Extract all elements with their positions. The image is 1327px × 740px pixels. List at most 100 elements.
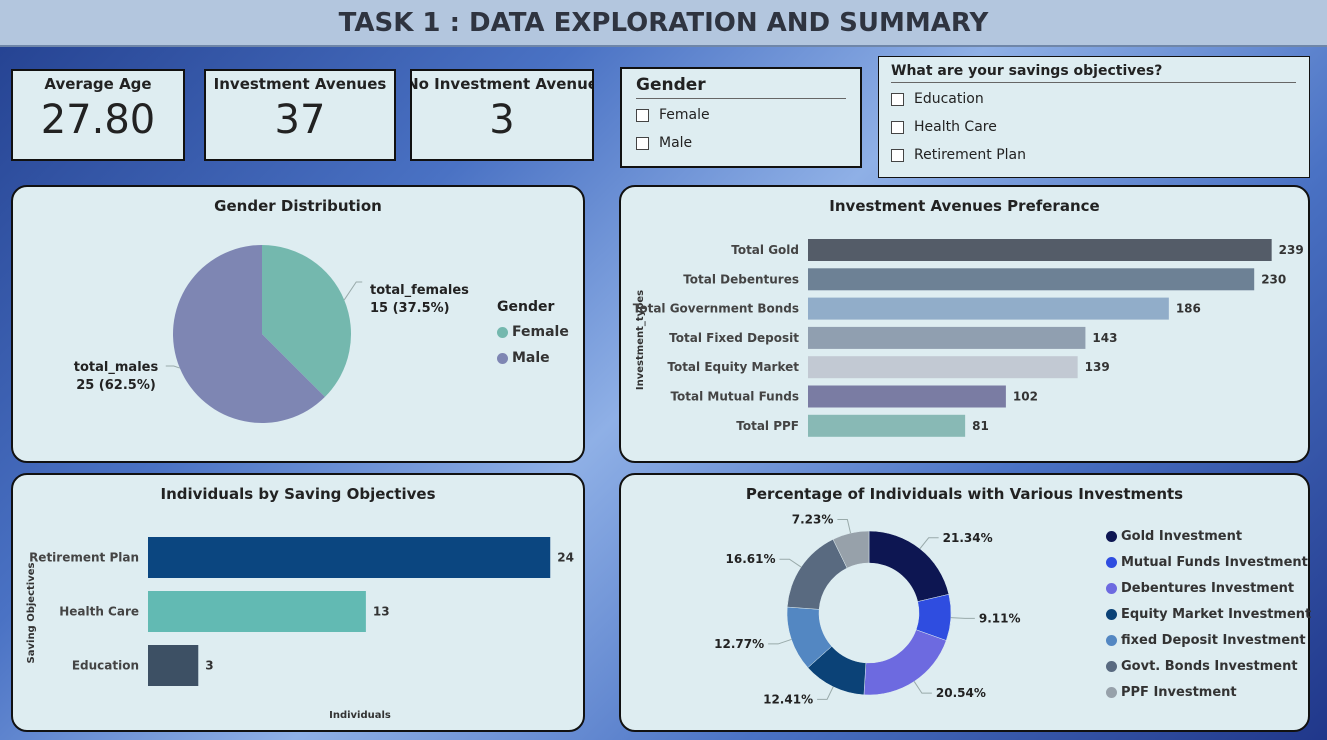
category-label: Health Care [59,605,139,619]
slicer-option-label: Health Care [914,119,997,135]
title-bar: TASK 1 : DATA EXPLORATION AND SUMMARY [0,0,1327,47]
bar-total-government-bonds[interactable] [808,297,1169,320]
slicer-option-label: Retirement Plan [914,147,1026,163]
legend-swatch [1106,530,1117,542]
checkbox[interactable] [891,92,904,106]
legend-swatch [497,352,508,364]
saving-objectives-bar-chart: Saving Objectives Individuals Retirement… [26,537,574,721]
legend-swatch [1106,660,1117,672]
data-label: 24 [557,551,574,565]
slicer-divider [636,98,846,99]
legend-swatch [1106,608,1117,620]
data-label: 12.77% [714,637,764,651]
legend-swatch [1106,556,1117,568]
legend-swatch [1106,686,1117,698]
data-label: 230 [1261,272,1286,286]
bar-total-gold[interactable] [808,239,1272,261]
leader-line [768,638,792,645]
slicer-option-female[interactable]: Female [636,101,846,129]
slice-name-label: total_females [370,283,469,298]
investment-avenues-panel: Investment Avenues Preferance Investment… [619,185,1310,463]
slice-name-label: total_males [74,360,159,375]
category-label: Total Mutual Funds [670,390,799,404]
slicer-option-education[interactable]: Education [891,85,1297,113]
slicer-option-health-care[interactable]: Health Care [891,113,1297,141]
legend-label: Male [512,350,550,366]
slice-value-label: 25 (62.5%) [76,378,156,393]
kpi-no-investment-avenue: No Investment Avenue 3 [410,69,594,161]
legend-swatch [1106,634,1117,646]
kpi-value: 27.80 [40,97,156,143]
legend-item[interactable]: Govt. Bonds Investment [1106,653,1311,679]
data-label: 239 [1279,243,1304,257]
kpi-label: No Investment Avenue [410,75,594,93]
bar-total-ppf[interactable] [808,414,966,437]
legend-item[interactable]: PPF Investment [1106,679,1311,705]
legend-label: Equity Market Investment [1121,606,1312,622]
legend-label: Govt. Bonds Investment [1121,658,1298,674]
slicer-divider [891,82,1296,83]
bar-total-mutual-funds[interactable] [808,385,1006,408]
slicer-option-retirement-plan[interactable]: Retirement Plan [891,141,1297,169]
leader-line [919,537,939,550]
legend-item[interactable]: Equity Market Investment [1106,601,1311,627]
kpi-label: Average Age [44,75,152,93]
legend-item-female[interactable]: Female [497,319,569,345]
donut-slice-debentures-investment[interactable] [863,629,947,696]
data-label: 9.11% [979,611,1021,625]
legend-item[interactable]: Mutual Funds Investment [1106,549,1311,575]
objectives-slicer: What are your savings objectives? Educat… [878,56,1310,178]
checkbox[interactable] [891,120,904,134]
bar-retirement-plan[interactable] [148,537,551,578]
gender-slicer: Gender Female Male [620,67,862,168]
leader-line [837,518,852,534]
leader-line [913,681,932,694]
bar-total-debentures[interactable] [808,268,1255,291]
investment-avenues-bar-chart: Investment_types Total Gold 239Total Debe… [633,239,1304,437]
data-label: 21.34% [943,531,993,545]
category-label: Total Debentures [683,272,799,286]
slicer-option-label: Female [659,107,710,123]
category-label: Retirement Plan [29,551,139,565]
legend-label: Debentures Investment [1121,580,1295,596]
gender-legend: Gender Female Male [497,299,569,371]
legend-label: Mutual Funds Investment [1121,554,1308,570]
slicer-title: Gender [636,75,706,95]
donut-slice-gold-investment[interactable] [868,530,950,602]
bar-total-fixed-deposit[interactable] [808,326,1086,349]
category-label: Total Government Bonds [633,302,799,316]
legend-item-male[interactable]: Male [497,345,569,371]
bar-total-equity-market[interactable] [808,356,1078,379]
legend-swatch [1106,582,1117,594]
legend-item[interactable]: Debentures Investment [1106,575,1311,601]
checkbox[interactable] [636,108,649,122]
slicer-option-label: Male [659,135,693,151]
page-title: TASK 1 : DATA EXPLORATION AND SUMMARY [338,7,989,38]
checkbox[interactable] [891,148,904,162]
data-label: 13 [373,605,390,619]
kpi-value: 37 [274,97,326,143]
category-label: Education [72,659,139,673]
bar-education[interactable] [148,645,199,686]
leader-line [343,281,363,301]
data-label: 7.23% [792,512,834,526]
data-label: 16.61% [726,552,776,566]
kpi-average-age: Average Age 27.80 [11,69,185,161]
legend-item[interactable]: Gold Investment [1106,523,1311,549]
slicer-option-male[interactable]: Male [636,129,846,157]
data-label: 139 [1085,360,1110,374]
slicer-option-label: Education [914,91,984,107]
category-label: Total Fixed Deposit [669,331,799,345]
checkbox[interactable] [636,136,649,150]
x-axis-label: Individuals [329,710,391,721]
leader-line [950,617,975,619]
kpi-label: Investment Avenues [213,75,387,93]
investment-donut-chart: 21.34% 9.11% 20.54% 12.41% 12.77% 16.61% 7.23% [714,512,1021,706]
leader-line [779,558,802,568]
data-label: 102 [1013,390,1038,404]
leader-line [817,686,834,700]
category-label: Total PPF [736,419,799,433]
bar-health-care[interactable] [148,591,366,632]
data-label: 3 [205,659,213,673]
legend-item[interactable]: fixed Deposit Investment [1106,627,1311,653]
